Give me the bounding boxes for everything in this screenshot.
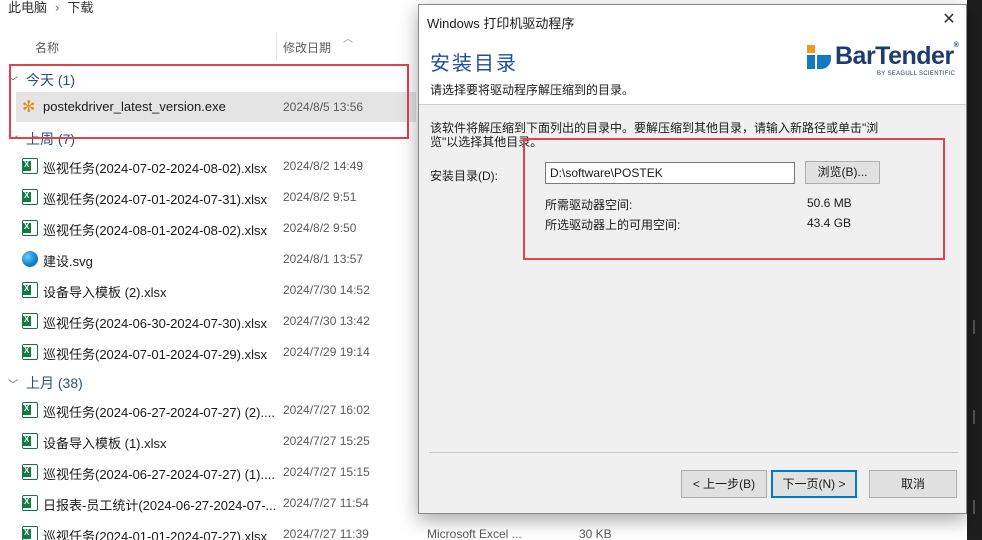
file-name: 巡视任务(2024-07-02-2024-08-02).xlsx [43, 161, 267, 176]
column-divider[interactable] [276, 33, 277, 61]
cancel-button[interactable]: 取消 [869, 470, 957, 498]
editor-side-strip [967, 0, 982, 540]
bartender-logo-mark-icon [807, 45, 831, 69]
file-row[interactable]: X 巡视任务(2024-07-02-2024-08-02).xlsx 2024/… [16, 151, 416, 181]
excel-icon: X [22, 526, 38, 540]
file-date: 2024/7/27 16:02 [283, 403, 370, 417]
column-header-modified[interactable]: 修改日期 [283, 39, 331, 56]
file-date: 2024/8/2 9:51 [283, 190, 357, 204]
file-row[interactable]: X 巡视任务(2024-06-27-2024-07-27) (2).... 20… [16, 395, 416, 425]
file-date: 2024/7/30 13:42 [283, 314, 370, 328]
column-header-name[interactable]: 名称 [35, 39, 59, 56]
footer-divider [429, 452, 958, 453]
group-label: 上月 (38) [26, 375, 83, 391]
breadcrumb-item-this-pc[interactable]: 此电脑 [8, 0, 47, 15]
install-dir-label: 安装目录(D): [430, 169, 498, 183]
close-icon[interactable]: ✕ [938, 9, 960, 31]
file-date: 2024/7/29 19:14 [283, 345, 370, 359]
file-date: 2024/7/27 11:39 [283, 527, 369, 540]
file-date: 2024/7/27 15:15 [283, 465, 370, 479]
annotation-highlight-box [9, 64, 409, 139]
page-subtitle: 请选择要将驱动程序解压缩到的目录。 [430, 83, 635, 97]
file-date: 2024/7/30 14:52 [283, 283, 370, 297]
group-header-last-month[interactable]: ﹀ 上月 (38) [8, 373, 83, 393]
edge-icon [22, 251, 38, 267]
file-date: 2024/8/2 14:49 [283, 159, 364, 173]
chevron-down-icon: ﹀ [8, 380, 18, 391]
excel-icon: X [22, 189, 38, 205]
file-row[interactable]: X 设备导入模板 (1).xlsx 2024/7/27 15:25 [16, 426, 416, 456]
excel-icon: X [22, 495, 38, 511]
logo-wordmark: BarTender® [835, 42, 959, 70]
file-name: 建设.svg [43, 254, 93, 269]
file-row[interactable]: X 巡视任务(2024-06-30-2024-07-30).xlsx 2024/… [16, 306, 416, 336]
excel-icon: X [22, 402, 38, 418]
file-name: 日报表-员工统计(2024-06-27-2024-07-... [43, 498, 277, 513]
excel-icon: X [22, 344, 38, 360]
file-row[interactable]: X 巡视任务(2024-07-01-2024-07-29).xlsx 2024/… [16, 337, 416, 367]
file-name: 巡视任务(2024-06-27-2024-07-27) (1).... [43, 467, 275, 482]
sort-chevron-icon: ︿ [343, 34, 353, 45]
back-button[interactable]: < 上一步(B) [681, 470, 767, 498]
file-size: 30 KB [579, 527, 612, 540]
annotation-highlight-box [523, 138, 945, 260]
file-type: Microsoft Excel ... [427, 527, 522, 540]
next-button[interactable]: 下一页(N) > [771, 470, 857, 498]
file-date: 2024/8/2 9:50 [283, 221, 357, 235]
file-name: 设备导入模板 (2).xlsx [43, 285, 167, 300]
file-row[interactable]: 建设.svg 2024/8/1 13:57 [16, 244, 416, 274]
dialog-title-bar[interactable]: Windows 打印机驱动程序 ✕ [419, 5, 966, 35]
breadcrumb: 此电脑 › 下载 [8, 0, 101, 16]
file-date: 2024/7/27 11:54 [283, 496, 369, 510]
excel-icon: X [22, 464, 38, 480]
file-name: 巡视任务(2024-01-01-2024-07-27).xlsx [43, 529, 267, 540]
bartender-logo: BarTender® BY SEAGULL SCIENTIFIC [807, 42, 961, 83]
file-row[interactable]: X 巡视任务(2024-07-01-2024-07-31).xlsx 2024/… [16, 182, 416, 212]
excel-icon: X [22, 282, 38, 298]
file-row[interactable]: X 巡视任务(2024-01-01-2024-07-27).xlsx 2024/… [16, 519, 636, 540]
file-row[interactable]: X 日报表-员工统计(2024-06-27-2024-07-... 2024/7… [16, 488, 416, 518]
file-name: 巡视任务(2024-07-01-2024-07-29).xlsx [43, 347, 267, 362]
excel-icon: X [22, 158, 38, 174]
file-row[interactable]: X 巡视任务(2024-06-27-2024-07-27) (1).... 20… [16, 457, 416, 487]
file-date: 2024/8/1 13:57 [283, 252, 364, 266]
page-title: 安装目录 [430, 53, 518, 75]
file-name: 巡视任务(2024-06-27-2024-07-27) (2).... [43, 405, 275, 420]
file-date: 2024/7/27 15:25 [283, 434, 370, 448]
file-row[interactable]: X 巡视任务(2024-08-01-2024-08-02).xlsx 2024/… [16, 213, 416, 243]
breadcrumb-item-downloads[interactable]: 下载 [67, 0, 93, 15]
file-name: 设备导入模板 (1).xlsx [43, 436, 167, 451]
dialog-header-panel: 安装目录 请选择要将驱动程序解压缩到的目录。 BarTender® BY SEA… [419, 35, 966, 105]
logo-byline: BY SEAGULL SCIENTIFIC [877, 71, 956, 77]
excel-icon: X [22, 220, 38, 236]
excel-icon: X [22, 433, 38, 449]
installer-dialog: Windows 打印机驱动程序 ✕ 安装目录 请选择要将驱动程序解压缩到的目录。… [418, 4, 967, 514]
file-row[interactable]: X 设备导入模板 (2).xlsx 2024/7/30 14:52 [16, 275, 416, 305]
dialog-title: Windows 打印机驱动程序 [427, 16, 575, 31]
breadcrumb-separator-icon: › [55, 0, 60, 15]
file-name: 巡视任务(2024-06-30-2024-07-30).xlsx [43, 316, 267, 331]
file-name: 巡视任务(2024-07-01-2024-07-31).xlsx [43, 192, 267, 207]
excel-icon: X [22, 313, 38, 329]
file-name: 巡视任务(2024-08-01-2024-08-02).xlsx [43, 223, 267, 238]
